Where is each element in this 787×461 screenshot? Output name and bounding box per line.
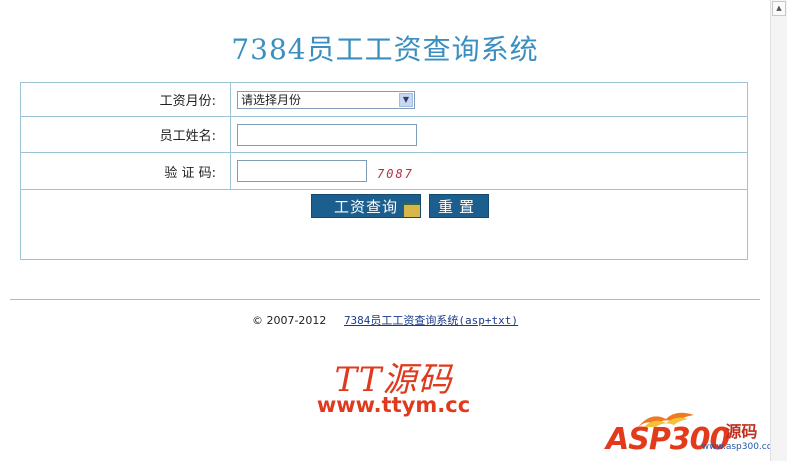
- captcha-row: 验 证 码: 7087: [21, 153, 747, 190]
- footer: © 2007-2012 7384员工工资查询系统(asp+txt): [0, 312, 770, 328]
- captcha-input[interactable]: [237, 160, 367, 182]
- page-title: 7384员工工资查询系统: [231, 33, 539, 66]
- captcha-field-wrap: 7087: [237, 153, 414, 189]
- footer-divider: [10, 299, 760, 300]
- asp300-logo: ASP300 源码 www.asp300.com: [606, 405, 781, 459]
- name-field-wrap: [237, 117, 417, 152]
- query-button[interactable]: 工资查询: [311, 194, 421, 218]
- query-button-label: 工资查询: [333, 197, 398, 216]
- name-row: 员工姓名:: [21, 117, 747, 153]
- reset-button-label: 重置: [437, 197, 480, 216]
- footer-link[interactable]: 7384员工工资查询系统(asp+txt): [344, 314, 518, 327]
- captcha-label: 验 证 码:: [21, 153, 231, 189]
- month-select[interactable]: 请选择月份 ▼: [237, 90, 415, 109]
- month-label: 工资月份:: [21, 83, 231, 116]
- vertical-scrollbar[interactable]: ▲: [770, 0, 787, 461]
- copyright-text: © 2007-2012: [251, 314, 327, 327]
- month-field: 请选择月份 ▼: [237, 83, 415, 116]
- month-row: 工资月份: 请选择月份 ▼: [21, 83, 747, 117]
- arrow-up-icon[interactable]: ▲: [772, 1, 786, 16]
- chevron-down-icon[interactable]: ▼: [399, 92, 413, 107]
- reset-button[interactable]: 重置: [429, 194, 489, 218]
- query-button-icon: [404, 203, 420, 217]
- salary-query-form: 工资月份: 请选择月份 ▼ 员工姓名: 验 证 码: 7087 工资查询 重置: [20, 82, 748, 260]
- month-select-value: 请选择月份: [241, 93, 302, 107]
- name-label: 员工姓名:: [21, 117, 231, 152]
- captcha-image[interactable]: 7087: [377, 167, 414, 181]
- employee-name-input[interactable]: [237, 123, 417, 146]
- form-buttons: 工资查询 重置: [21, 194, 747, 220]
